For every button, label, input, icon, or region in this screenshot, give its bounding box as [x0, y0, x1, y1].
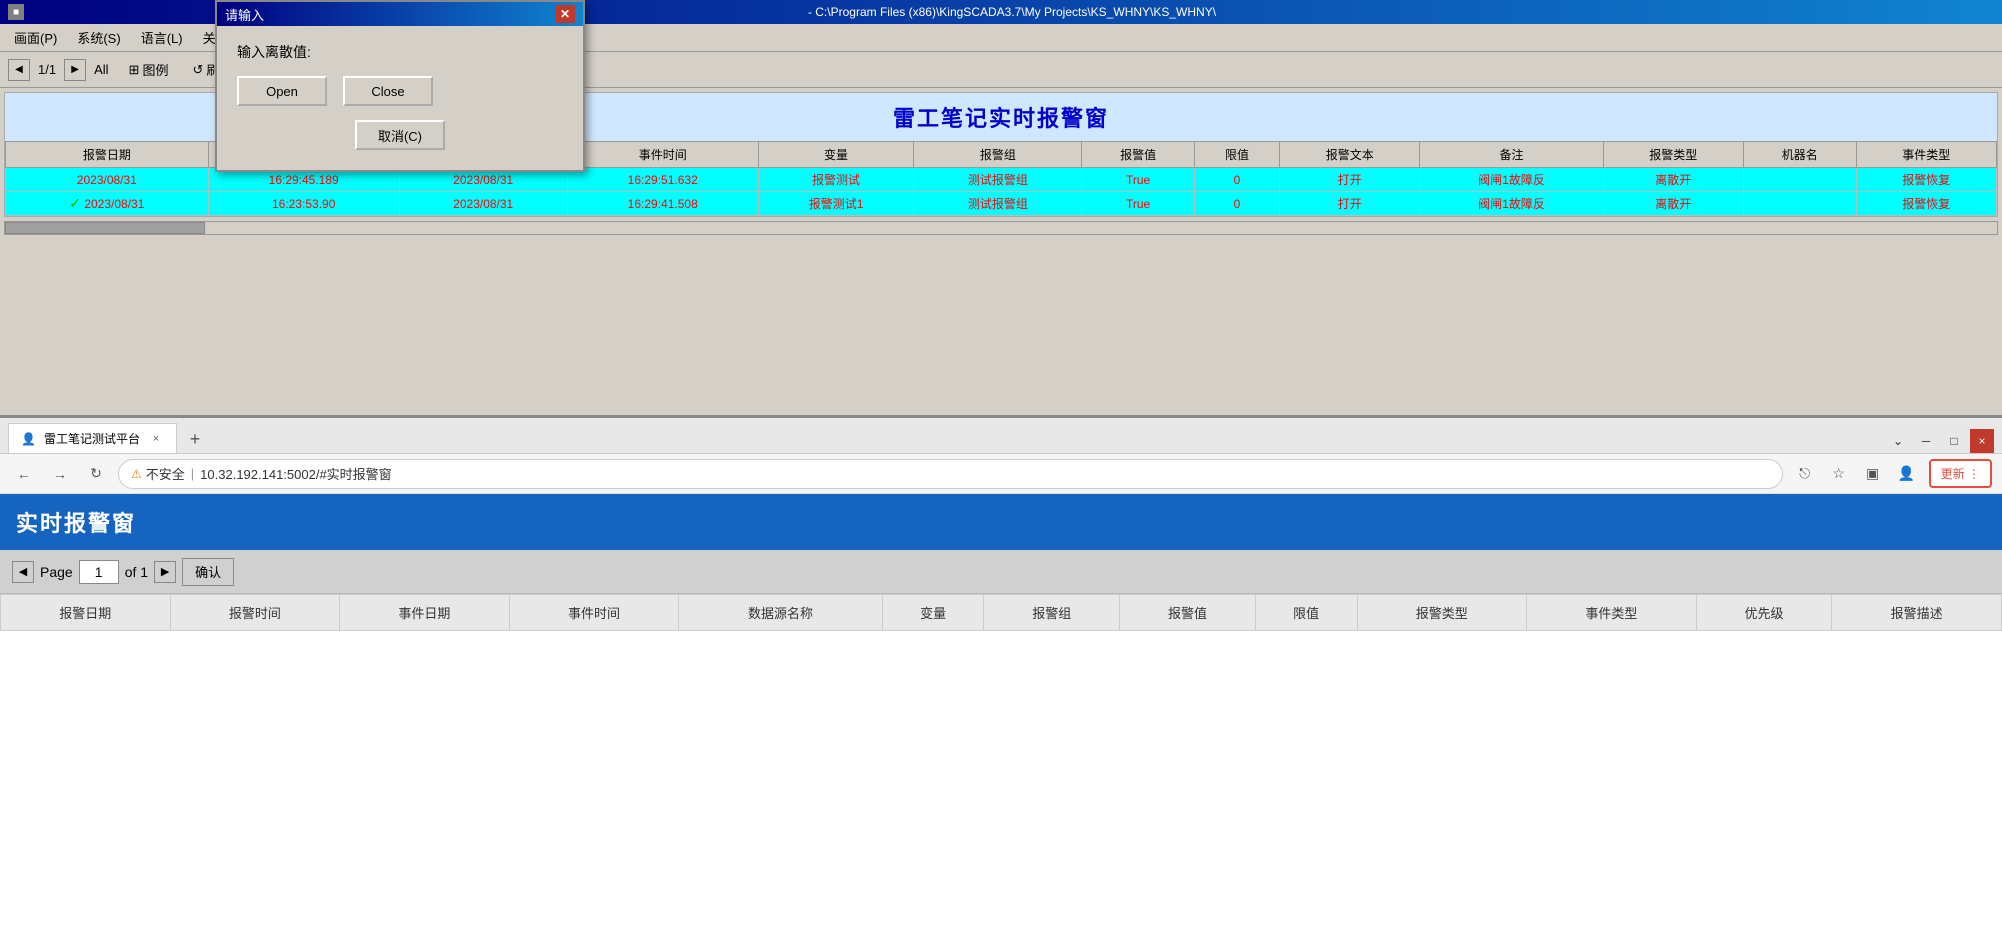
scrollbar-thumb[interactable] [5, 222, 205, 234]
dialog-label: 输入离散值: [237, 42, 563, 62]
new-tab-button[interactable]: + [181, 425, 209, 453]
dialog-button-row: Open Close [237, 76, 563, 106]
header-event-type: 事件类型 [1856, 142, 1996, 168]
page-navigation-controls: ◀ Page of 1 ▶ 确认 [12, 558, 234, 586]
header-alarm-value: 报警值 [1082, 142, 1195, 168]
cell-event-time: 16:29:41.508 [567, 192, 758, 216]
tab-favicon: 👤 [21, 432, 36, 446]
horizontal-scrollbar[interactable] [4, 221, 1998, 235]
cell-machine [1743, 192, 1856, 216]
header-note: 备注 [1420, 142, 1603, 168]
page-toolbar: ◀ Page of 1 ▶ 确认 [0, 550, 2002, 594]
update-label: 更新 [1941, 467, 1965, 481]
cell-alarm-text: 打开 [1280, 168, 1420, 192]
profile-button[interactable]: 👤 [1893, 460, 1921, 488]
header-alarm-text: 报警文本 [1280, 142, 1420, 168]
update-button[interactable]: 更新 ⋮ [1929, 459, 1992, 488]
browser-window: 👤 雷工笔记测试平台 × + ⌄ ─ □ × ← → ↻ ⚠ 不安全 | 10.… [0, 415, 2002, 929]
tab-close-button[interactable]: × [148, 431, 164, 447]
cell-alarm-group: 测试报警组 [914, 168, 1082, 192]
security-text: 不安全 [146, 464, 185, 483]
browser-nav: ← → ↻ ⚠ 不安全 | 10.32.192.141:5002/#实时报警窗 … [0, 454, 2002, 494]
browser-window-controls: ⌄ ─ □ × [1886, 429, 1994, 453]
favorite-button[interactable]: ☆ [1825, 460, 1853, 488]
browser-tab-active[interactable]: 👤 雷工笔记测试平台 × [8, 423, 177, 453]
data-table: 报警日期 报警时间 事件日期 事件时间 数据源名称 变量 报警组 报警值 限值 … [0, 594, 2002, 631]
sidebar-button[interactable]: ▣ [1859, 460, 1887, 488]
th-event-time: 事件时间 [509, 595, 679, 631]
dialog-titlebar: 请输入 ✕ [217, 2, 583, 26]
th-alarm-date: 报警日期 [1, 595, 171, 631]
th-priority: 优先级 [1696, 595, 1832, 631]
th-variable: 变量 [882, 595, 984, 631]
cell-alarm-value: True [1082, 192, 1195, 216]
th-alarm-desc: 报警描述 [1832, 595, 2002, 631]
dialog-open-button[interactable]: Open [237, 76, 327, 106]
security-warning-icon: ⚠ [131, 467, 142, 481]
dialog-cancel-row: 取消(C) [237, 120, 563, 150]
cell-alarm-value: True [1082, 168, 1195, 192]
dialog-body: 输入离散值: Open Close 取消(C) [217, 26, 583, 170]
cell-event-type: 报警恢复 [1856, 168, 1996, 192]
url-text: 10.32.192.141:5002/#实时报警窗 [200, 464, 392, 483]
th-limit: 限值 [1255, 595, 1357, 631]
dialog-overlay: 请输入 ✕ 输入离散值: Open Close 取消(C) [0, 0, 590, 210]
cell-variable: 报警测试1 [758, 192, 914, 216]
url-separator: | [191, 466, 194, 481]
cell-alarm-text: 打开 [1280, 192, 1420, 216]
prev-page-btn[interactable]: ◀ [12, 561, 34, 583]
page-label: Page [40, 564, 73, 580]
cell-event-type: 报警恢复 [1856, 192, 1996, 216]
header-machine: 机器名 [1743, 142, 1856, 168]
dialog-close-button-2[interactable]: Close [343, 76, 433, 106]
th-alarm-value: 报警值 [1120, 595, 1256, 631]
share-button[interactable]: ⎋ [1791, 460, 1819, 488]
browser-tab-bar: 👤 雷工笔记测试平台 × + ⌄ ─ □ × [0, 418, 2002, 454]
cell-note: 阀闸1故障反 [1420, 168, 1603, 192]
forward-button[interactable]: → [46, 460, 74, 488]
header-event-time: 事件时间 [567, 142, 758, 168]
th-event-date: 事件日期 [340, 595, 510, 631]
header-variable: 变量 [758, 142, 914, 168]
th-alarm-type: 报警类型 [1357, 595, 1527, 631]
cell-alarm-type: 离散开 [1603, 168, 1743, 192]
back-button[interactable]: ← [10, 460, 38, 488]
tab-title: 雷工笔记测试平台 [44, 430, 140, 447]
th-datasource: 数据源名称 [679, 595, 882, 631]
next-page-btn[interactable]: ▶ [154, 561, 176, 583]
restore-button[interactable]: □ [1942, 429, 1966, 453]
of-text: of 1 [125, 564, 148, 580]
confirm-button[interactable]: 确认 [182, 558, 234, 586]
dialog-box: 请输入 ✕ 输入离散值: Open Close 取消(C) [215, 0, 585, 172]
page-header: 实时报警窗 [0, 494, 2002, 550]
th-event-type: 事件类型 [1527, 595, 1697, 631]
dialog-cancel-button[interactable]: 取消(C) [355, 120, 445, 150]
browser-action-buttons: ⎋ ☆ ▣ 👤 [1791, 460, 1921, 488]
cell-note: 阀闸1故障反 [1420, 192, 1603, 216]
cell-limit: 0 [1194, 168, 1279, 192]
refresh-browser-button[interactable]: ↻ [82, 460, 110, 488]
page-title: 实时报警窗 [16, 511, 136, 536]
header-limit: 限值 [1194, 142, 1279, 168]
cell-alarm-group: 测试报警组 [914, 192, 1082, 216]
header-alarm-group: 报警组 [914, 142, 1082, 168]
dialog-close-button[interactable]: ✕ [555, 5, 575, 23]
window-close-button[interactable]: × [1970, 429, 1994, 453]
th-alarm-time: 报警时间 [170, 595, 340, 631]
cell-variable: 报警测试 [758, 168, 914, 192]
th-alarm-group: 报警组 [984, 595, 1120, 631]
dropdown-button[interactable]: ⌄ [1886, 429, 1910, 453]
cell-limit: 0 [1194, 192, 1279, 216]
data-table-container: 报警日期 报警时间 事件日期 事件时间 数据源名称 变量 报警组 报警值 限值 … [0, 594, 2002, 631]
cell-event-time: 16:29:51.632 [567, 168, 758, 192]
minimize-button[interactable]: ─ [1914, 429, 1938, 453]
page-number-input[interactable] [79, 560, 119, 584]
cell-machine [1743, 168, 1856, 192]
address-bar[interactable]: ⚠ 不安全 | 10.32.192.141:5002/#实时报警窗 [118, 459, 1783, 489]
dialog-title: 请输入 [225, 5, 264, 24]
cell-alarm-type: 离散开 [1603, 192, 1743, 216]
header-alarm-type: 报警类型 [1603, 142, 1743, 168]
update-menu-icon: ⋮ [1968, 467, 1980, 481]
